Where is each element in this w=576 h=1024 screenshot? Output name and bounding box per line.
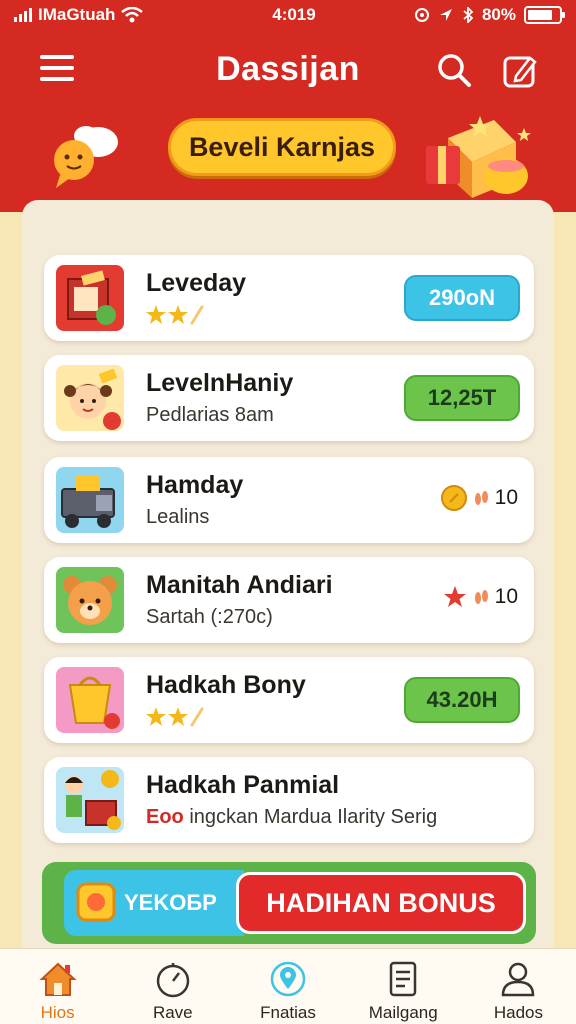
- list-item[interactable]: Hamday Lealins 10: [44, 457, 534, 543]
- tab-home[interactable]: Hios: [0, 949, 115, 1024]
- bonus-banner: YEKOБP HADIHAN BONUS: [42, 862, 536, 944]
- item-subtitle-accent: Eoo: [146, 806, 184, 828]
- list-item[interactable]: Manitah Andiari Sartah (:270c) 10: [44, 557, 534, 643]
- gem-icon: [76, 882, 116, 922]
- tab-bar: Hios Rave Fnatias Mailgang Hados: [0, 948, 576, 1024]
- bluetooth-icon: [463, 7, 474, 23]
- tab-label: Rave: [152, 1003, 193, 1022]
- tab-mailgang[interactable]: Mailgang: [346, 949, 461, 1024]
- chest-thumbnail-icon: [56, 265, 124, 331]
- cart-thumbnail-icon: [56, 467, 124, 533]
- value-badge[interactable]: 43.20H: [404, 677, 520, 723]
- item-subtitle: Lealins: [146, 506, 210, 528]
- bonus-tag[interactable]: YEKOБP: [64, 870, 244, 936]
- tab-label: Hios: [40, 1003, 75, 1022]
- profile-icon: [502, 962, 535, 997]
- reward-info: 10: [443, 585, 518, 609]
- item-subtitle: Pedlarias 8am: [146, 404, 274, 426]
- reward-count: 10: [494, 585, 518, 608]
- item-subtitle: Eoo ingckan Mardua Ilarity Serig: [146, 806, 437, 829]
- wifi-icon: [121, 7, 144, 23]
- alarm-icon: [414, 8, 429, 22]
- footprint-icon: [474, 491, 488, 505]
- list-item[interactable]: Leveday 290oN: [44, 255, 534, 341]
- promo-banner[interactable]: Beveli Karnjas: [168, 118, 396, 176]
- timer-icon: [156, 963, 190, 998]
- tab-fnatias[interactable]: Fnatias: [230, 949, 345, 1024]
- edit-button[interactable]: [500, 50, 540, 90]
- bear-avatar-icon: [56, 567, 124, 633]
- gift-box-icon: [426, 116, 531, 198]
- battery-percent: 80%: [481, 5, 516, 24]
- tab-label: Fnatias: [260, 1003, 316, 1022]
- item-title: LevelnHaniy: [146, 369, 294, 397]
- value-badge[interactable]: 12,25T: [404, 375, 520, 421]
- item-subtitle-text: ingckan Mardua Ilarity Serig: [189, 806, 438, 828]
- bonus-button-label: HADIHAN BONUS: [266, 887, 496, 918]
- signal-icon: [14, 8, 32, 22]
- search-button[interactable]: [436, 52, 472, 88]
- list-item[interactable]: LevelnHaniy Pedlarias 8am 12,25T: [44, 355, 534, 441]
- status-right: 80%: [414, 5, 565, 25]
- item-title: Leveday: [146, 269, 247, 297]
- coin-icon: [440, 485, 467, 511]
- promo-banner-label: Beveli Karnjas: [188, 131, 376, 162]
- chat-mascot-icon: [54, 126, 118, 188]
- reward-info: 10: [440, 485, 518, 511]
- rating-stars-icon: [146, 305, 204, 325]
- location-icon: [270, 961, 306, 997]
- bonus-button[interactable]: HADIHAN BONUS: [236, 872, 526, 934]
- item-title: Manitah Andiari: [146, 571, 333, 599]
- document-icon: [389, 961, 417, 997]
- bag-thumbnail-icon: [56, 667, 124, 733]
- status-bar: IMaGtuah 4:019 80%: [0, 0, 576, 30]
- reward-count: 10: [494, 486, 518, 509]
- tab-label: Mailgang: [368, 1003, 438, 1022]
- item-title: Hadkah Panmial: [146, 771, 340, 799]
- bonus-tag-label: YEKOБP: [124, 890, 217, 915]
- girl-avatar-icon: [56, 365, 124, 431]
- value-badge[interactable]: 290oN: [404, 275, 520, 321]
- battery-icon: [524, 6, 565, 24]
- list-item[interactable]: Hadkah Panmial Eoo ingckan Mardua Ilarit…: [44, 757, 534, 843]
- home-icon: [39, 962, 77, 996]
- footprint-icon: [474, 590, 488, 604]
- carrier-name: IMaGtuah: [38, 5, 116, 24]
- boy-avatar-icon: [56, 767, 124, 833]
- tab-label: Hados: [493, 1003, 543, 1022]
- status-time: 4:019: [272, 5, 316, 24]
- item-title: Hamday: [146, 471, 244, 499]
- rating-stars-icon: [146, 707, 204, 727]
- list-item[interactable]: Hadkah Bony 43.20H: [44, 657, 534, 743]
- app-title: Dassijan: [216, 50, 360, 88]
- item-subtitle: Sartah (:270c): [146, 606, 273, 628]
- item-title: Hadkah Bony: [146, 671, 306, 699]
- tab-rave[interactable]: Rave: [115, 949, 230, 1024]
- tab-hados[interactable]: Hados: [461, 949, 576, 1024]
- location-arrow-icon: [439, 9, 452, 21]
- star-icon: [443, 586, 466, 607]
